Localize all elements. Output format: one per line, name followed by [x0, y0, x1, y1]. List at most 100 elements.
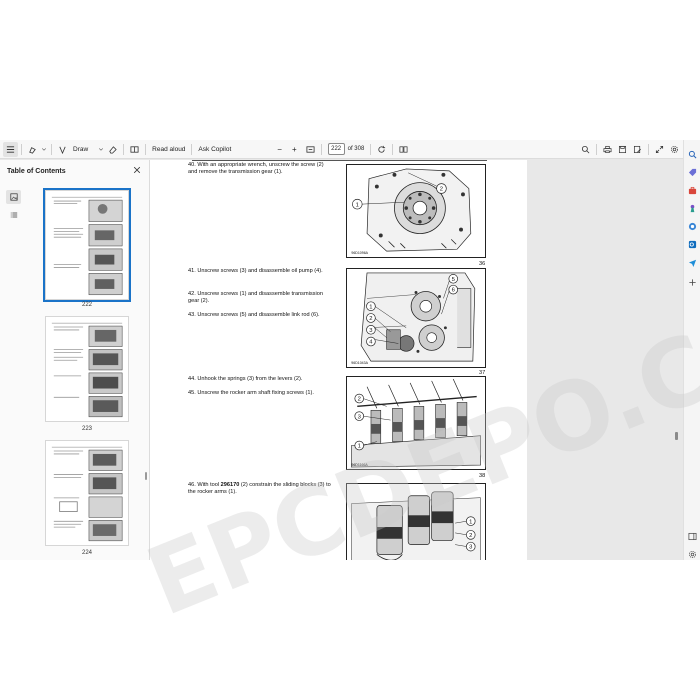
zoom-in-button[interactable]: + [289, 142, 300, 157]
tag-icon [688, 168, 697, 177]
printer-icon [603, 145, 612, 153]
copilot-button[interactable] [688, 218, 697, 231]
toolbar-divider [191, 143, 193, 155]
page-count: of 308 [347, 146, 365, 152]
print-button[interactable] [600, 142, 615, 157]
add-panel-button[interactable] [688, 274, 697, 286]
rotate-button[interactable] [374, 142, 389, 157]
fit-page-button[interactable] [303, 142, 318, 157]
contents-icon [6, 145, 15, 153]
chess-piece-icon [690, 204, 695, 213]
thumbnail-label: 222 [81, 302, 92, 308]
step-text-before: With tool [197, 482, 221, 488]
zoom-out-symbol: − [277, 144, 282, 154]
sidebar-settings-button[interactable] [688, 546, 697, 559]
tools-button[interactable] [688, 182, 697, 195]
save-as-icon [633, 145, 641, 153]
toolbar-divider [320, 143, 322, 155]
pen-icon [59, 146, 66, 154]
toolbar-divider [392, 143, 394, 155]
step-number: 41. [188, 268, 196, 274]
engine-drawing-rocker-arms: 2 3 1 96D1166A [347, 377, 485, 469]
erase-button[interactable] [105, 142, 120, 157]
thumbnails-tab[interactable] [6, 190, 21, 204]
sidebar-scrollbar[interactable] [145, 472, 147, 480]
current-page-value: 222 [331, 146, 342, 152]
callout-label: 1 [369, 304, 372, 310]
instruction-step: 45. Unscrew the rocker arm shaft fixing … [188, 390, 334, 397]
page-number-input[interactable]: 222 [327, 143, 345, 155]
gear-icon [670, 145, 679, 153]
engine-drawing-oil-pump: 5 6 1 2 3 4 96D1043A [347, 269, 485, 367]
figure-38: 2 3 1 96D1166A [346, 376, 486, 470]
callout-label: 1 [356, 202, 359, 208]
list-icon [10, 212, 17, 218]
instruction-step: 41. Unscrew screws (3) and disassemble o… [188, 268, 334, 275]
drop-button[interactable] [688, 254, 697, 267]
step-text: Unscrew screws (1) and disassemble trans… [188, 291, 323, 305]
ask-copilot-button[interactable]: Ask Copilot [195, 142, 234, 157]
toolbar-divider [123, 143, 125, 155]
highlight-button[interactable] [25, 142, 40, 157]
contents-button[interactable] [3, 141, 18, 157]
callout-label: 2 [358, 397, 361, 403]
page-rule [192, 160, 487, 161]
highlight-dropdown[interactable] [40, 142, 48, 157]
fullscreen-button[interactable] [652, 142, 667, 157]
engine-drawing-sliding-blocks: 1 2 3 [347, 484, 485, 560]
read-aloud-label: Read aloud [152, 145, 186, 153]
search-panel-button[interactable] [688, 146, 697, 159]
instruction-step: 43. Unscrew screws (5) and disassemble l… [188, 312, 334, 319]
outlook-button[interactable] [688, 236, 697, 249]
games-button[interactable] [688, 200, 697, 213]
shopping-button[interactable] [688, 164, 697, 177]
search-icon [688, 150, 697, 159]
page-thumbnail-223[interactable] [45, 316, 129, 422]
page-view-button[interactable] [127, 142, 142, 157]
figure-39: 1 2 3 [346, 483, 486, 560]
draw-label: Draw [73, 145, 89, 153]
contents-sidebar: Table of Contents 222 223 224 [0, 160, 150, 560]
step-number: 40. [188, 162, 196, 168]
close-icon [133, 166, 141, 174]
draw-dropdown[interactable] [97, 142, 105, 157]
page-thumbnail-224[interactable] [45, 440, 129, 546]
ask-copilot-label: Ask Copilot [198, 145, 232, 153]
figure-36: 1 2 96D1096A [346, 164, 486, 258]
outline-tab[interactable] [6, 208, 21, 222]
copilot-icon [688, 222, 697, 231]
toolbar-divider [370, 143, 372, 155]
thumbnail-page-image [46, 317, 128, 421]
toolbar-divider [21, 143, 22, 155]
page-thumbnail-222[interactable] [43, 188, 131, 302]
draw-button[interactable]: Draw [55, 142, 91, 157]
step-text: With an appropriate wrench, unscrew the … [188, 162, 324, 176]
viewer-toolbar: Draw Read aloud Ask Copilot − + 222 of 3… [0, 140, 700, 159]
callout-label: 1 [469, 519, 472, 525]
step-number: 44. [188, 376, 196, 382]
fit-width-icon [306, 145, 315, 153]
page-layout-button[interactable] [396, 142, 411, 157]
thumbnail-page-image [46, 191, 128, 299]
highlighter-icon [29, 146, 36, 154]
figure-37: 5 6 1 2 3 4 96D1043A [346, 268, 486, 368]
read-aloud-button[interactable]: Read aloud [149, 142, 188, 157]
search-button[interactable] [578, 142, 593, 157]
save-icon [618, 145, 627, 153]
callout-label: 3 [469, 545, 472, 551]
instruction-step: 40. With an appropriate wrench, unscrew … [188, 162, 334, 176]
save-as-button[interactable] [630, 142, 645, 157]
zoom-out-button[interactable]: − [274, 142, 285, 157]
document-scrollbar[interactable] [675, 432, 678, 440]
close-sidebar-button[interactable] [132, 165, 142, 175]
thumbnail-page-image [46, 441, 128, 545]
hide-sidebar-button[interactable] [688, 528, 697, 541]
document-canvas-background [527, 160, 673, 560]
save-button[interactable] [615, 142, 630, 157]
step-number: 45. [188, 390, 196, 396]
step-number: 46. [188, 482, 196, 488]
settings-button[interactable] [667, 142, 682, 157]
toolbar-divider [596, 143, 597, 155]
gear-icon [688, 550, 697, 559]
document-page: 40. With an appropriate wrench, unscrew … [150, 160, 527, 560]
